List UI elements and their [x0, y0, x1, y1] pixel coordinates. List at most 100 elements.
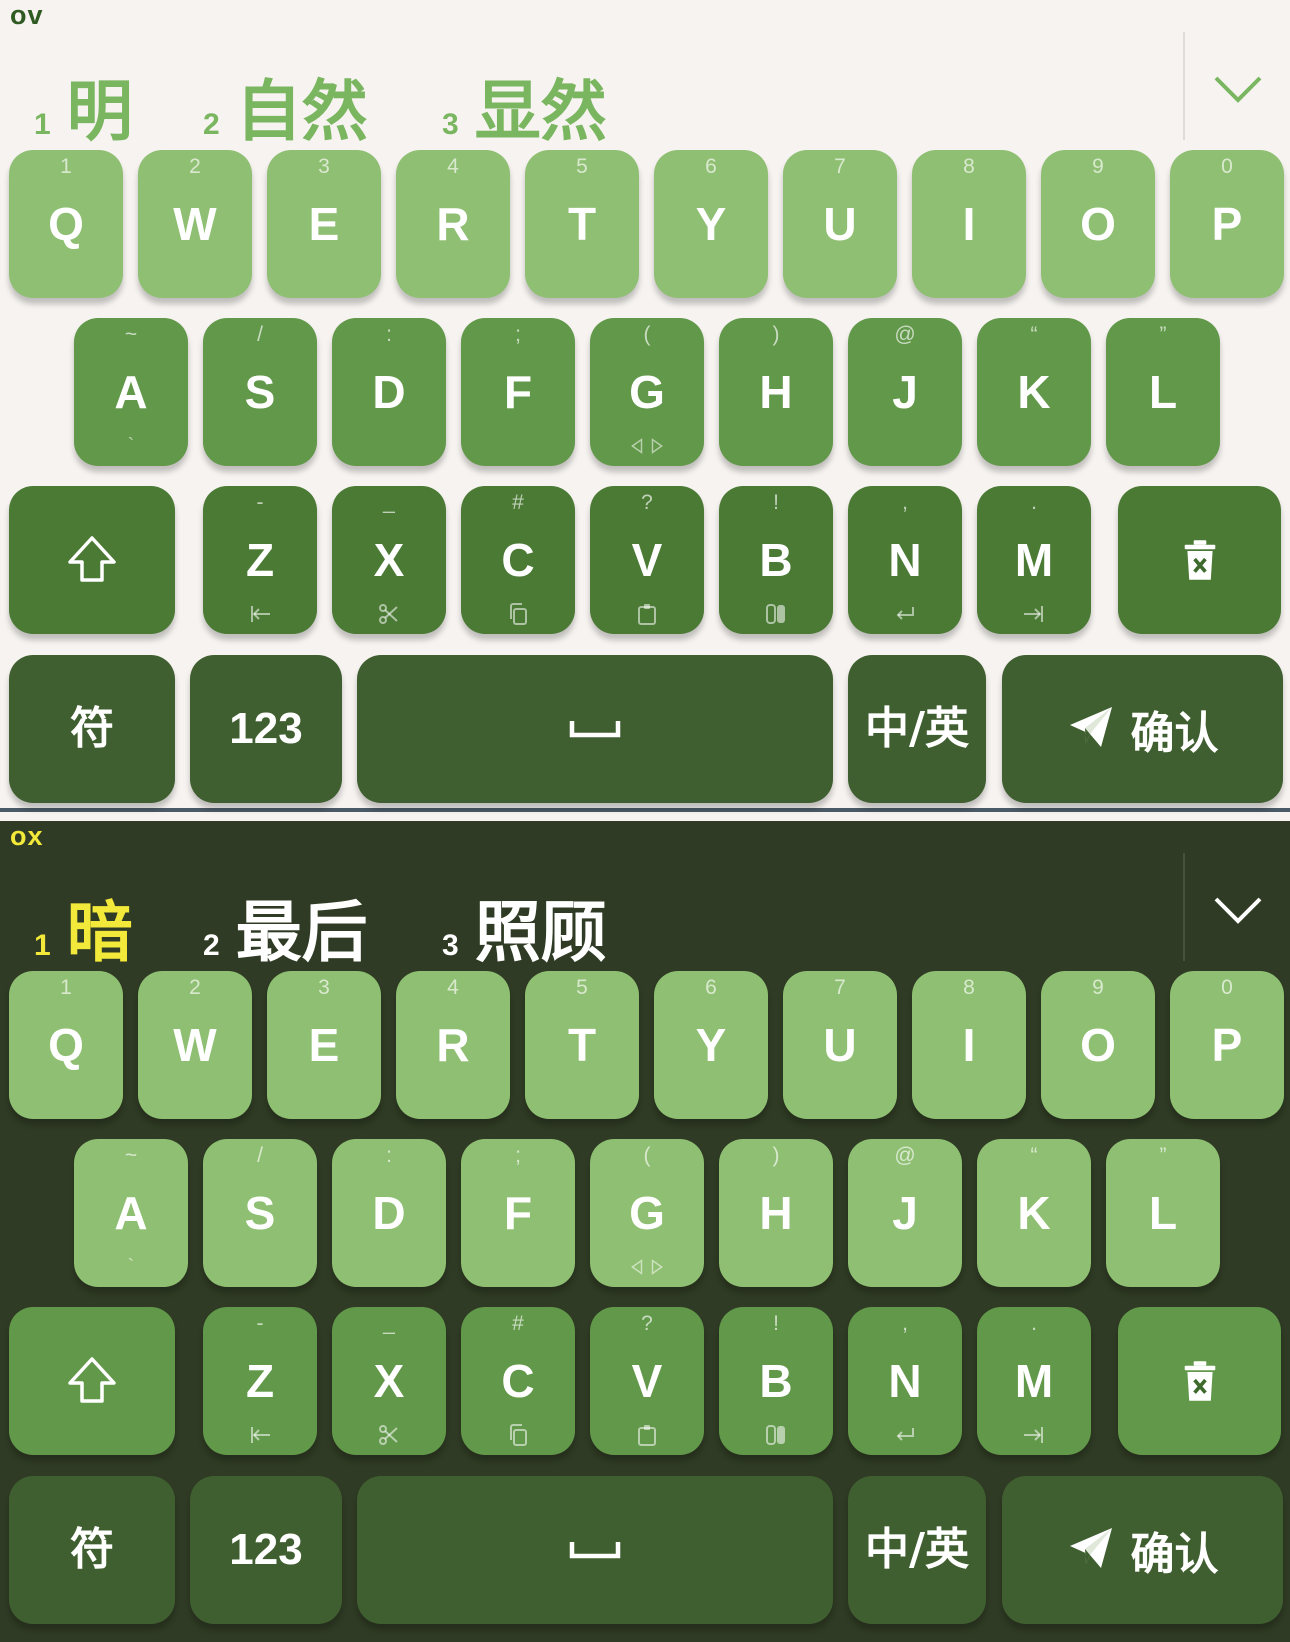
shift-key[interactable] — [9, 1307, 175, 1455]
candidate-3[interactable]: 3 照顾 — [442, 879, 607, 975]
key-b[interactable]: ! B — [719, 486, 833, 634]
delete-key[interactable] — [1118, 1307, 1281, 1455]
key-m[interactable]: .M — [977, 1307, 1091, 1455]
shift-key[interactable] — [9, 486, 175, 634]
language-label: 中/英 — [864, 1524, 970, 1575]
chevron-down-icon[interactable] — [1208, 58, 1268, 118]
candidate-separator — [1183, 32, 1185, 140]
key-m[interactable]: .M — [977, 486, 1091, 634]
key-k[interactable]: “K — [977, 1139, 1091, 1287]
key-p[interactable]: 0P — [1170, 971, 1284, 1119]
numbers-key[interactable]: 123 — [190, 655, 342, 803]
key-u[interactable]: 7U — [783, 150, 897, 298]
key-f[interactable]: ; F — [461, 1139, 575, 1287]
copy-icon — [461, 602, 575, 626]
key-s[interactable]: / S — [203, 1139, 317, 1287]
key-label: U — [823, 1019, 857, 1071]
key-v[interactable]: ? V — [590, 1307, 704, 1455]
key-hint: , — [902, 1312, 908, 1335]
key-label: J — [892, 366, 918, 418]
key-x[interactable]: _ X — [332, 486, 446, 634]
key-label: Y — [695, 1019, 727, 1071]
key-r[interactable]: 4R — [396, 150, 510, 298]
key-w[interactable]: 2W — [138, 150, 252, 298]
key-label: J — [892, 1187, 918, 1239]
language-toggle-key[interactable]: 中/英 — [848, 1476, 986, 1624]
candidate-2[interactable]: 2 最后 — [203, 879, 368, 975]
key-n[interactable]: ,N — [848, 1307, 962, 1455]
key-e[interactable]: 3E — [267, 150, 381, 298]
key-p[interactable]: 0P — [1170, 150, 1284, 298]
candidate-2[interactable]: 2 自然 — [203, 58, 368, 154]
key-k[interactable]: “K — [977, 318, 1091, 466]
chevron-down-icon[interactable] — [1208, 879, 1268, 939]
key-c[interactable]: # C — [461, 1307, 575, 1455]
key-u[interactable]: 7U — [783, 971, 897, 1119]
delete-key[interactable] — [1118, 486, 1281, 634]
symbols-key[interactable]: 符 — [9, 1476, 175, 1624]
key-a[interactable]: ~ A ` — [74, 1139, 188, 1287]
key-y[interactable]: 6Y — [654, 971, 768, 1119]
key-r[interactable]: 4R — [396, 971, 510, 1119]
key-o[interactable]: 9O — [1041, 971, 1155, 1119]
key-l[interactable]: ” L — [1106, 318, 1220, 466]
key-w[interactable]: 2W — [138, 971, 252, 1119]
candidate-1[interactable]: 1明 — [34, 58, 133, 154]
key-h[interactable]: ) H — [719, 318, 833, 466]
symbols-label: 符 — [70, 1524, 114, 1575]
key-c[interactable]: # C — [461, 486, 575, 634]
key-z[interactable]: -Z — [203, 486, 317, 634]
key-s[interactable]: / S — [203, 318, 317, 466]
key-z[interactable]: -Z — [203, 1307, 317, 1455]
key-q[interactable]: 1Q — [9, 971, 123, 1119]
key-q[interactable]: 1Q — [9, 150, 123, 298]
key-d[interactable]: :D — [332, 318, 446, 466]
key-n[interactable]: ,N — [848, 486, 962, 634]
key-label: I — [962, 198, 976, 250]
key-label: D — [372, 366, 406, 418]
symbols-label: 符 — [70, 703, 114, 754]
key-b[interactable]: ! B — [719, 1307, 833, 1455]
key-hint: 1 — [60, 976, 72, 999]
key-g[interactable]: (G — [590, 318, 704, 466]
key-e[interactable]: 3E — [267, 971, 381, 1119]
space-key[interactable] — [357, 655, 833, 803]
key-a[interactable]: ~ A ` — [74, 318, 188, 466]
key-o[interactable]: 9O — [1041, 150, 1155, 298]
key-l[interactable]: ” L — [1106, 1139, 1220, 1287]
candidate-1[interactable]: 1暗 — [34, 879, 133, 975]
key-f[interactable]: ; F — [461, 318, 575, 466]
clipboard-icon — [590, 1423, 704, 1447]
key-x[interactable]: _ X — [332, 1307, 446, 1455]
confirm-key[interactable]: 确认 — [1002, 1476, 1283, 1624]
confirm-content: 确认 — [1002, 1518, 1283, 1582]
key-label: G — [629, 1187, 665, 1239]
key-hint: / — [257, 1144, 263, 1167]
key-hint: 2 — [189, 976, 201, 999]
language-toggle-key[interactable]: 中/英 — [848, 655, 986, 803]
key-d[interactable]: :D — [332, 1139, 446, 1287]
key-t[interactable]: 5T — [525, 971, 639, 1119]
key-label: W — [173, 1019, 217, 1071]
space-key[interactable] — [357, 1476, 833, 1624]
key-hint: 4 — [447, 976, 459, 999]
candidate-3[interactable]: 3 显然 — [442, 58, 607, 154]
key-v[interactable]: ? V — [590, 486, 704, 634]
key-i[interactable]: 8I — [912, 971, 1026, 1119]
key-hint: _ — [383, 1312, 395, 1335]
key-h[interactable]: ) H — [719, 1139, 833, 1287]
key-label: A — [114, 1187, 148, 1239]
candidate-index: 2 — [203, 108, 220, 141]
tab-forward-icon — [977, 1423, 1091, 1447]
key-t[interactable]: 5T — [525, 150, 639, 298]
key-y[interactable]: 6Y — [654, 150, 768, 298]
key-label: R — [436, 198, 470, 250]
key-i[interactable]: 8I — [912, 150, 1026, 298]
numbers-key[interactable]: 123 — [190, 1476, 342, 1624]
confirm-key[interactable]: 确认 — [1002, 655, 1283, 803]
key-hint: ) — [772, 323, 780, 346]
key-j[interactable]: @ J — [848, 318, 962, 466]
key-j[interactable]: @ J — [848, 1139, 962, 1287]
symbols-key[interactable]: 符 — [9, 655, 175, 803]
key-g[interactable]: (G — [590, 1139, 704, 1287]
